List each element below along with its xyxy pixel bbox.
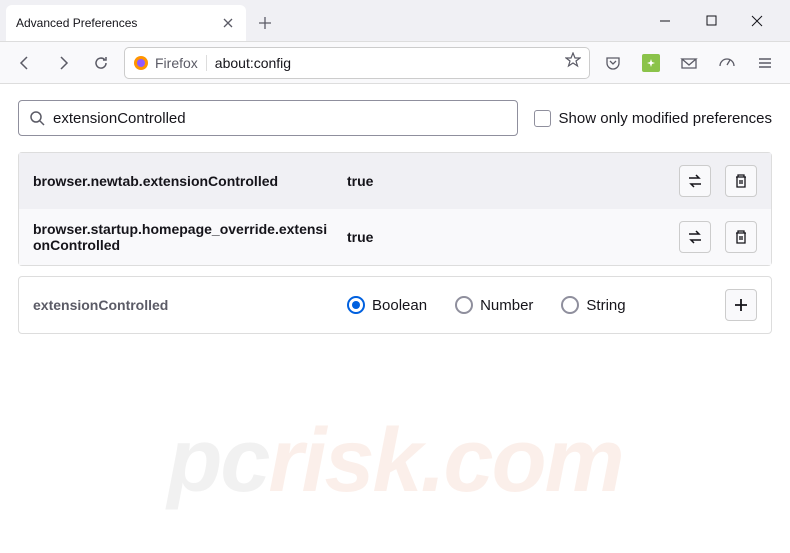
radio-icon[interactable] — [455, 296, 473, 314]
radio-label: Number — [480, 297, 533, 314]
add-pref-row: extensionControlled Boolean Number Strin… — [18, 276, 772, 334]
modified-only-checkbox[interactable]: Show only modified preferences — [534, 110, 772, 127]
pref-value: true — [347, 229, 665, 245]
radio-string[interactable]: String — [561, 296, 625, 314]
pref-name: browser.newtab.extensionControlled — [33, 173, 333, 189]
extension-icon[interactable] — [636, 48, 666, 78]
add-button[interactable] — [725, 289, 757, 321]
mail-icon[interactable] — [674, 48, 704, 78]
tab-title: Advanced Preferences — [16, 16, 137, 30]
watermark: pcrisk.com — [167, 410, 622, 513]
minimize-button[interactable] — [644, 7, 686, 35]
pref-row: browser.newtab.extensionControlled true — [19, 153, 771, 209]
bookmark-star-icon[interactable] — [565, 52, 581, 73]
new-tab-button[interactable] — [250, 8, 280, 38]
firefox-logo-icon — [133, 55, 149, 71]
results-table: browser.newtab.extensionControlled true … — [18, 152, 772, 266]
url-text: about:config — [215, 55, 291, 71]
close-window-button[interactable] — [736, 7, 778, 35]
pref-name: browser.startup.homepage_override.extens… — [33, 221, 333, 253]
pref-row: browser.startup.homepage_override.extens… — [19, 209, 771, 265]
pref-value: true — [347, 173, 665, 189]
window-controls — [644, 7, 778, 35]
close-tab-icon[interactable] — [220, 15, 236, 31]
forward-button[interactable] — [48, 48, 78, 78]
delete-button[interactable] — [725, 221, 757, 253]
toggle-button[interactable] — [679, 165, 711, 197]
pocket-icon[interactable] — [598, 48, 628, 78]
identity-box[interactable]: Firefox — [133, 55, 207, 71]
checkbox-label: Show only modified preferences — [559, 110, 772, 127]
checkbox-icon[interactable] — [534, 110, 551, 127]
radio-boolean[interactable]: Boolean — [347, 296, 427, 314]
radio-number[interactable]: Number — [455, 296, 533, 314]
add-pref-name: extensionControlled — [33, 297, 333, 313]
toggle-button[interactable] — [679, 221, 711, 253]
reload-button[interactable] — [86, 48, 116, 78]
maximize-button[interactable] — [690, 7, 732, 35]
browser-tab[interactable]: Advanced Preferences — [6, 5, 246, 41]
radio-label: String — [586, 297, 625, 314]
dashboard-icon[interactable] — [712, 48, 742, 78]
type-radio-group: Boolean Number String — [347, 296, 711, 314]
identity-label: Firefox — [155, 55, 198, 71]
menu-button[interactable] — [750, 48, 780, 78]
radio-icon[interactable] — [347, 296, 365, 314]
nav-toolbar: Firefox about:config — [0, 42, 790, 84]
radio-label: Boolean — [372, 297, 427, 314]
search-box[interactable] — [18, 100, 518, 136]
radio-icon[interactable] — [561, 296, 579, 314]
back-button[interactable] — [10, 48, 40, 78]
delete-button[interactable] — [725, 165, 757, 197]
url-bar[interactable]: Firefox about:config — [124, 47, 590, 79]
search-icon — [29, 110, 45, 126]
search-input[interactable] — [53, 110, 507, 127]
titlebar: Advanced Preferences — [0, 0, 790, 42]
content-area: Show only modified preferences browser.n… — [0, 84, 790, 553]
